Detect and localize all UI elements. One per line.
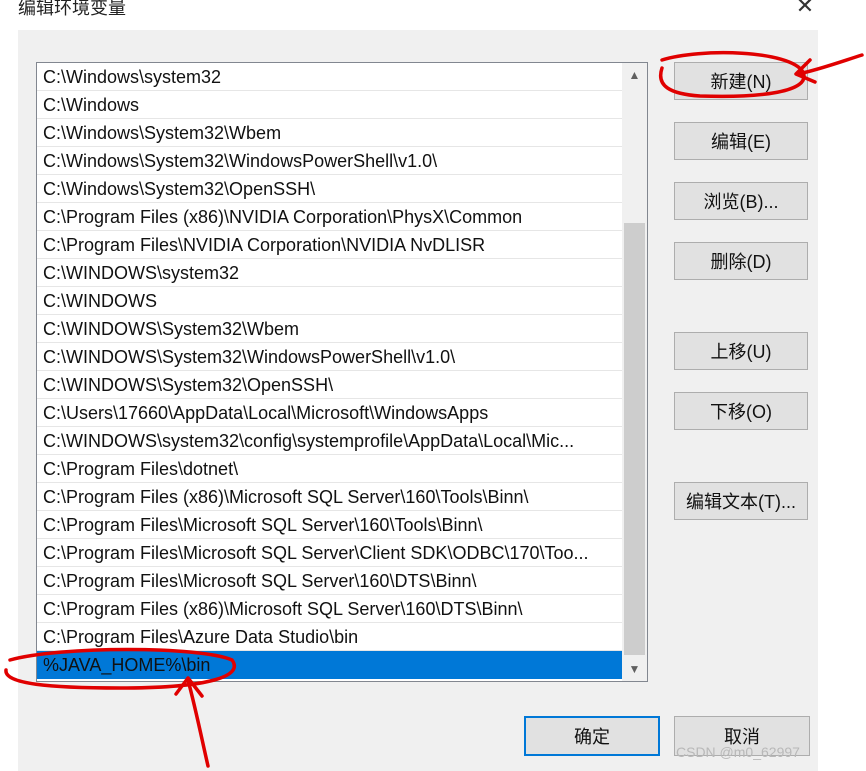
path-list-item[interactable]: C:\WINDOWS\System32\WindowsPowerShell\v1… [37,343,622,371]
path-list-item[interactable]: C:\Program Files\NVIDIA Corporation\NVID… [37,231,622,259]
path-list-item[interactable]: C:\Windows\System32\OpenSSH\ [37,175,622,203]
scroll-down-icon[interactable]: ▼ [622,657,647,681]
delete-button[interactable]: 删除(D) [674,242,808,280]
path-list-item[interactable]: C:\WINDOWS [37,287,622,315]
path-list-item[interactable]: C:\Windows [37,91,622,119]
edit-text-button[interactable]: 编辑文本(T)... [674,482,808,520]
path-list-item[interactable]: C:\Program Files\Microsoft SQL Server\16… [37,511,622,539]
path-list-rows: C:\Windows\system32 C:\Windows C:\Windows\… [37,63,622,679]
path-list-item[interactable]: C:\Program Files\Microsoft SQL Server\16… [37,567,622,595]
path-list-item[interactable]: C:\WINDOWS\System32\Wbem [37,315,622,343]
path-list-item[interactable]: C:\Program Files\dotnet\ [37,455,622,483]
vertical-scrollbar[interactable]: ▲ ▼ [622,63,647,681]
path-list-item[interactable]: C:\WINDOWS\system32 [37,259,622,287]
scroll-thumb[interactable] [624,223,645,655]
path-list-item[interactable]: C:\WINDOWS\system32\config\systemprofile… [37,427,622,455]
dialog-title: 编辑环境变量 [18,0,126,18]
move-up-button[interactable]: 上移(U) [674,332,808,370]
path-list-item-selected[interactable]: %JAVA_HOME%\bin [37,651,622,679]
path-list-item[interactable]: C:\Program Files (x86)\Microsoft SQL Ser… [37,595,622,623]
ok-button[interactable]: 确定 [524,716,660,756]
move-down-button[interactable]: 下移(O) [674,392,808,430]
path-list-item[interactable]: C:\Program Files\Azure Data Studio\bin [37,623,622,651]
path-list-item[interactable]: C:\WINDOWS\System32\OpenSSH\ [37,371,622,399]
close-icon[interactable]: ✕ [792,0,818,20]
path-list-item[interactable]: C:\Program Files (x86)\Microsoft SQL Ser… [37,483,622,511]
path-list-item[interactable]: C:\Users\17660\AppData\Local\Microsoft\W… [37,399,622,427]
path-list-item[interactable]: C:\Program Files\Microsoft SQL Server\Cl… [37,539,622,567]
path-list-item[interactable]: C:\Windows\System32\Wbem [37,119,622,147]
path-listbox[interactable]: C:\Windows\system32 C:\Windows C:\Windows\… [36,62,648,682]
edit-button[interactable]: 编辑(E) [674,122,808,160]
path-list-item[interactable]: C:\Program Files (x86)\NVIDIA Corporatio… [37,203,622,231]
browse-button[interactable]: 浏览(B)... [674,182,808,220]
watermark: CSDN @m0_62997 [676,744,800,760]
path-list-item[interactable]: C:\Windows\system32 [37,63,622,91]
scroll-up-icon[interactable]: ▲ [622,63,647,87]
new-button[interactable]: 新建(N) [674,62,808,100]
path-list-item[interactable]: C:\Windows\System32\WindowsPowerShell\v1… [37,147,622,175]
